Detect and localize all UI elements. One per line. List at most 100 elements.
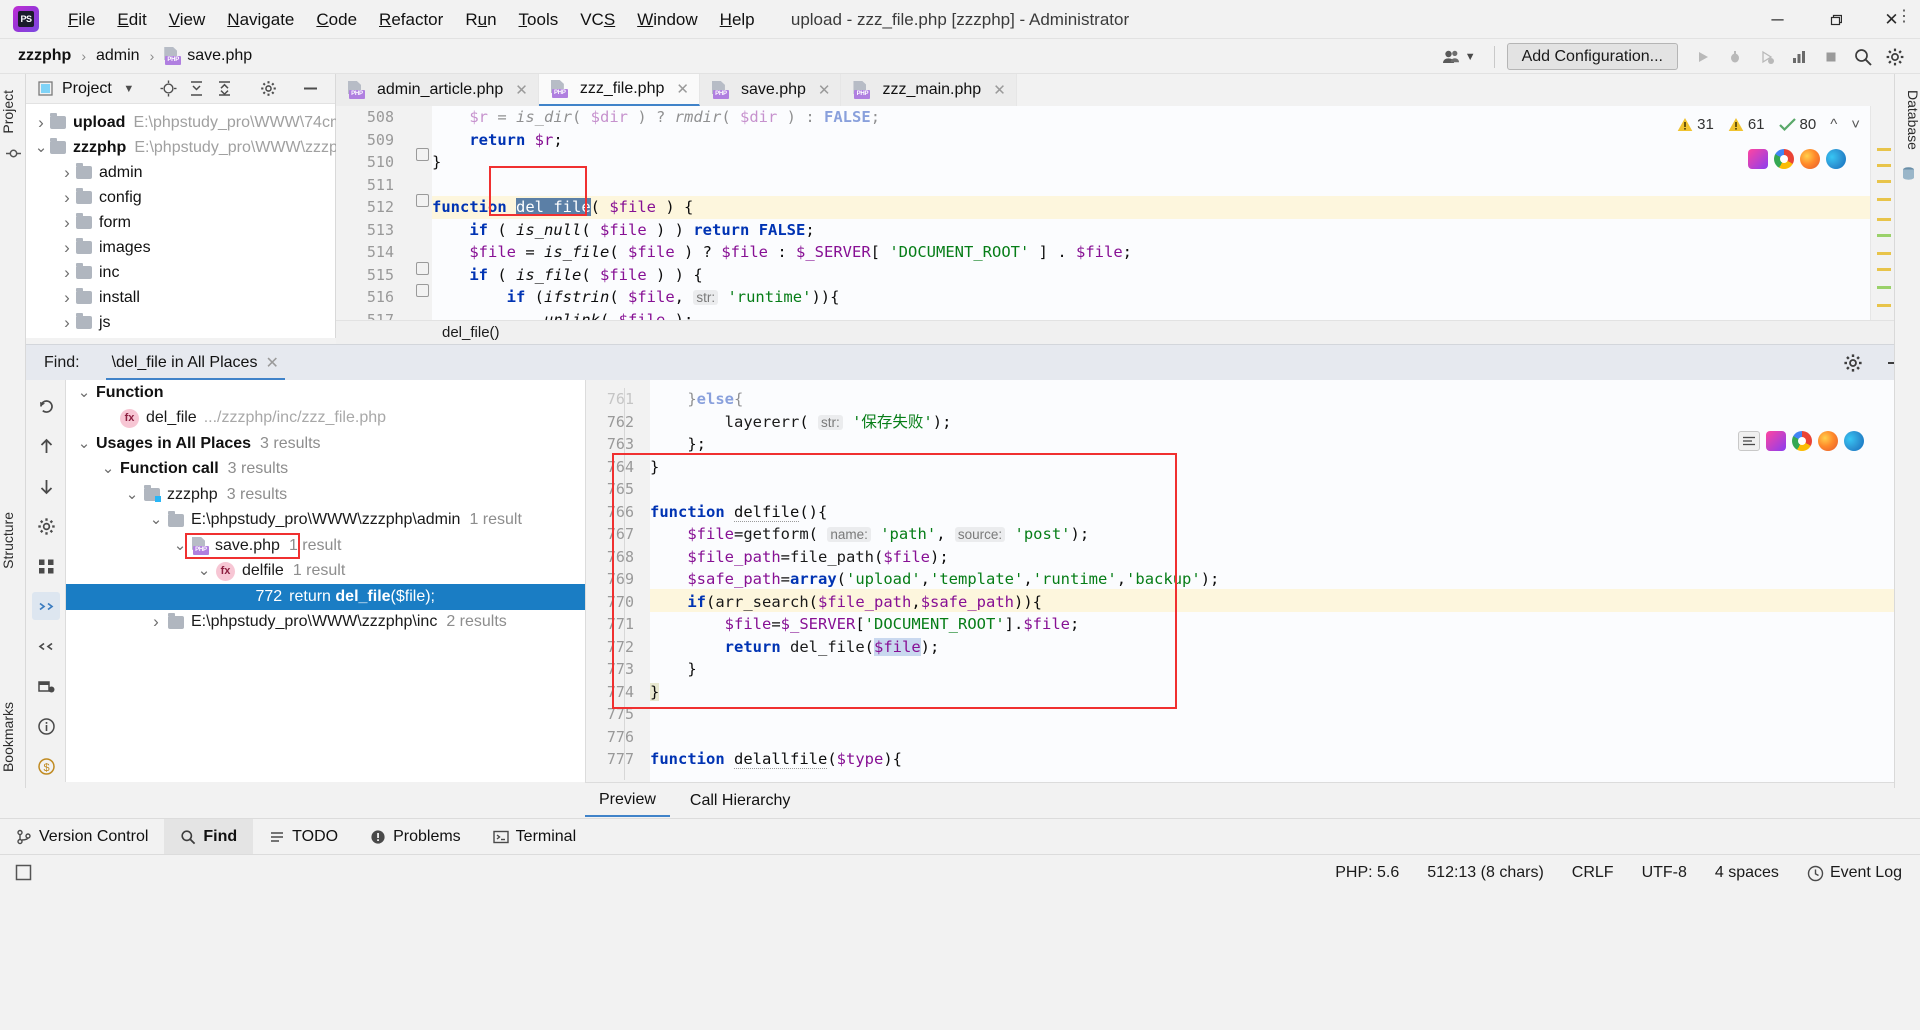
menu-window[interactable]: Window: [626, 7, 708, 32]
project-settings-gear-icon[interactable]: [258, 78, 280, 100]
edge-icon[interactable]: [1826, 149, 1846, 169]
editor-code-line[interactable]: $file = is_file( $file ) ? $file : $_SER…: [432, 241, 1132, 264]
editor-gutter[interactable]: 508 509 510 511 512 513 514 515 516 517: [336, 106, 414, 320]
project-tree-item[interactable]: › inc: [26, 260, 335, 285]
editor-code-line[interactable]: $r = is_dir( $dir ) ? rmdir( $dir ) : FA…: [432, 106, 880, 129]
menu-refactor[interactable]: Refactor: [368, 7, 454, 32]
inspection-scrollbar[interactable]: [1870, 106, 1894, 320]
editor-code-line[interactable]: if (ifstrin( $file, str: 'runtime')){: [432, 286, 840, 309]
chevron-down-icon[interactable]: ⌄: [192, 563, 216, 578]
find-preview-pane[interactable]: 761 }else{762 layererr( str: '保存失败'); 763…: [585, 380, 1920, 782]
chevron-right-icon[interactable]: ›: [58, 263, 76, 283]
find-result-group[interactable]: ⌄ Function: [66, 380, 585, 406]
fold-icon[interactable]: [416, 148, 429, 161]
stop-icon[interactable]: [1816, 43, 1846, 71]
sidebar-tab-bookmarks[interactable]: Bookmarks: [0, 694, 26, 780]
chevron-right-icon[interactable]: ›: [144, 612, 168, 632]
search-everywhere-icon[interactable]: [1848, 43, 1878, 71]
project-tree-item[interactable]: › config: [26, 185, 335, 210]
close-icon[interactable]: ✕: [818, 81, 831, 99]
editor-line-number[interactable]: 516: [336, 286, 394, 309]
locate-icon[interactable]: [158, 78, 180, 100]
project-tree-item[interactable]: › js: [26, 310, 335, 335]
editor-tab-zzz_main-php[interactable]: PHP zzz_main.php ✕: [841, 74, 1017, 106]
inspection-prev-icon[interactable]: ^: [1830, 116, 1837, 133]
find-result-folder[interactable]: ⌄ E:\phpstudy_pro\WWW\zzzphp\admin 1 resul…: [66, 508, 585, 534]
hide-panel-icon[interactable]: [300, 78, 322, 100]
find-result-function[interactable]: ⌄ fx delfile 1 result: [66, 559, 585, 585]
rerun-search-icon[interactable]: [32, 392, 60, 420]
menu-file[interactable]: File: [57, 7, 106, 32]
editor-line-number[interactable]: 517: [336, 309, 394, 321]
chevron-down-icon[interactable]: ⌄: [96, 461, 120, 476]
chevron-down-icon[interactable]: ⌄: [32, 140, 50, 155]
status-line-separator[interactable]: CRLF: [1558, 864, 1628, 882]
project-tree-item[interactable]: ⌄ zzzphp E:\phpstudy_pro\WWW\zzzphp: [26, 135, 356, 160]
editor-code-line[interactable]: if ( is_null( $file ) ) return FALSE;: [432, 219, 814, 242]
user-menu-button[interactable]: ▼: [1436, 43, 1482, 71]
collapse-all-icon[interactable]: [214, 78, 236, 100]
editor-code-line[interactable]: function del_file( $file ) {: [432, 196, 693, 219]
editor-line-number[interactable]: 512: [336, 196, 394, 219]
editor-tabs-more-icon[interactable]: ⋮: [1892, 4, 1916, 28]
project-tree-item[interactable]: › upload E:\phpstudy_pro\WWW\74cms: [26, 110, 351, 135]
sidebar-tab-project[interactable]: Project: [0, 82, 26, 142]
chevron-right-icon[interactable]: ›: [58, 163, 76, 183]
menu-vcs[interactable]: VCS: [569, 7, 626, 32]
editor-line-number[interactable]: 515: [336, 264, 394, 287]
find-result-tab[interactable]: \del_file in All Places ✕: [105, 345, 286, 381]
next-occurrence-icon[interactable]: [32, 472, 60, 500]
status-caret-position[interactable]: 512:13 (8 chars): [1413, 864, 1558, 882]
find-results-tree[interactable]: ⌄ Function fx del_file .../zzzphp/inc/zzz_fi…: [66, 380, 585, 782]
preview-tab-call-hierarchy[interactable]: Call Hierarchy: [676, 786, 804, 816]
weak-warning-count[interactable]: 61: [1728, 116, 1765, 133]
menu-edit[interactable]: Edit: [106, 7, 157, 32]
project-tree-item[interactable]: › install: [26, 285, 335, 310]
chevron-down-icon[interactable]: ▼: [118, 78, 140, 100]
close-icon[interactable]: ✕: [993, 81, 1006, 99]
edge-icon[interactable]: [1844, 431, 1864, 451]
chevron-right-icon[interactable]: ›: [58, 288, 76, 308]
run-coverage-icon[interactable]: [1752, 43, 1782, 71]
bottom-tab-terminal[interactable]: Terminal: [477, 819, 592, 855]
project-tree-item[interactable]: › images: [26, 235, 335, 260]
chevron-right-icon[interactable]: ›: [58, 213, 76, 233]
editor-code-line[interactable]: return $r;: [432, 129, 562, 152]
profile-icon[interactable]: [1784, 43, 1814, 71]
inlay-settings-icon[interactable]: [1738, 431, 1760, 451]
collapse-all-results-icon[interactable]: [32, 632, 60, 660]
menu-tools[interactable]: Tools: [508, 7, 570, 32]
fold-icon[interactable]: [416, 262, 429, 275]
editor-tab-save-php[interactable]: PHP save.php ✕: [699, 74, 842, 106]
editor-line-number[interactable]: 510: [336, 151, 394, 174]
chrome-icon[interactable]: [1774, 149, 1794, 169]
find-result-function[interactable]: fx del_file .../zzzphp/inc/zzz_file.php: [66, 406, 585, 432]
inspection-next-icon[interactable]: ˅: [1851, 116, 1860, 133]
info-icon[interactable]: [32, 712, 60, 740]
editor-fold-gutter[interactable]: [414, 106, 432, 320]
close-icon[interactable]: ✕: [676, 80, 689, 98]
project-tree-item[interactable]: › form: [26, 210, 335, 235]
commit-icon[interactable]: [3, 142, 24, 164]
editor-code-area[interactable]: $r = is_dir( $dir ) ? rmdir( $dir ) : FA…: [432, 106, 1894, 320]
run-icon[interactable]: [1688, 43, 1718, 71]
bottom-tab-find[interactable]: Find: [164, 818, 254, 855]
status-encoding[interactable]: UTF-8: [1628, 864, 1701, 882]
editor-line-number[interactable]: 513: [336, 219, 394, 242]
expand-all-results-icon[interactable]: [32, 592, 60, 620]
settings-gear-icon[interactable]: [1880, 43, 1910, 71]
breadcrumb-project[interactable]: zzzphp: [14, 45, 75, 67]
expand-all-icon[interactable]: [186, 78, 208, 100]
minimize-button[interactable]: ─: [1749, 0, 1806, 39]
breadcrumb-file[interactable]: PHP save.php: [160, 45, 256, 67]
bottom-tab-problems[interactable]: Problems: [354, 819, 477, 855]
editor-code-line[interactable]: }: [432, 151, 441, 174]
editor-line-number[interactable]: 514: [336, 241, 394, 264]
debug-icon[interactable]: [1720, 43, 1750, 71]
database-icon[interactable]: [1898, 162, 1919, 184]
chevron-right-icon[interactable]: ›: [32, 113, 50, 133]
phpstorm-preview-icon[interactable]: [1748, 149, 1768, 169]
find-result-match[interactable]: 772 return del_file($file);: [66, 584, 585, 610]
previous-occurrence-icon[interactable]: [32, 432, 60, 460]
phpstorm-preview-icon[interactable]: [1766, 431, 1786, 451]
